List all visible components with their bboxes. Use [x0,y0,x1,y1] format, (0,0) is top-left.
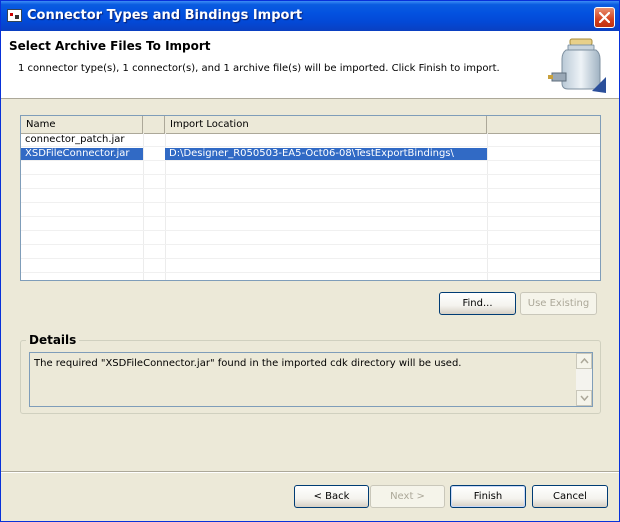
table-row[interactable]: connector_patch.jar [21,134,600,147]
row-location [165,134,487,146]
title-bar[interactable]: Connector Types and Bindings Import [1,1,619,31]
page-description: 1 connector type(s), 1 connector(s), and… [18,63,500,74]
footer-separator [1,471,619,473]
close-button[interactable] [594,7,615,28]
table-row-empty [21,232,600,245]
row-name: XSDFileConnector.jar [21,148,143,160]
scroll-up-button[interactable] [576,353,592,369]
table-row-empty [21,190,600,203]
table-row-empty [21,162,600,175]
window-title: Connector Types and Bindings Import [27,8,303,23]
finish-button[interactable]: Finish [450,485,526,508]
chevron-up-icon [580,358,589,364]
back-button[interactable]: < Back [294,485,369,508]
cancel-button[interactable]: Cancel [532,485,608,508]
next-button[interactable]: Next > [370,485,445,508]
archive-table[interactable]: Name Import Location connector_patch.jar… [20,115,601,281]
details-label: Details [26,333,80,347]
table-row[interactable]: XSDFileConnector.jar D:\Designer_R050503… [21,148,600,161]
wizard-header: Select Archive Files To Import 1 connect… [1,31,619,99]
chevron-down-icon [580,395,589,401]
scroll-down-button[interactable] [576,390,592,406]
table-row-empty [21,260,600,273]
details-scrollbar[interactable] [576,353,592,406]
table-row-empty [21,176,600,189]
details-text-area[interactable]: The required "XSDFileConnector.jar" foun… [29,352,593,407]
table-header: Name Import Location [21,116,600,134]
table-row-empty [21,204,600,217]
column-header-name[interactable]: Name [21,116,143,133]
column-header-extra[interactable] [487,116,600,133]
jar-icon [548,38,606,93]
import-dialog: Connector Types and Bindings Import Sele… [0,0,620,522]
close-icon [599,12,610,23]
row-name: connector_patch.jar [25,134,125,145]
table-row-empty [21,218,600,231]
column-header-import-location[interactable]: Import Location [165,116,487,133]
column-header-flag[interactable] [143,116,165,133]
use-existing-button[interactable]: Use Existing [520,292,597,315]
find-button[interactable]: Find... [439,292,516,315]
row-flag [143,148,165,160]
row-location: D:\Designer_R050503-EA5-Oct06-08\TestExp… [165,148,487,160]
row-flag [143,134,165,146]
details-text: The required "XSDFileConnector.jar" foun… [34,358,462,369]
page-title: Select Archive Files To Import [9,39,211,53]
app-icon [7,9,22,22]
table-row-empty [21,246,600,259]
